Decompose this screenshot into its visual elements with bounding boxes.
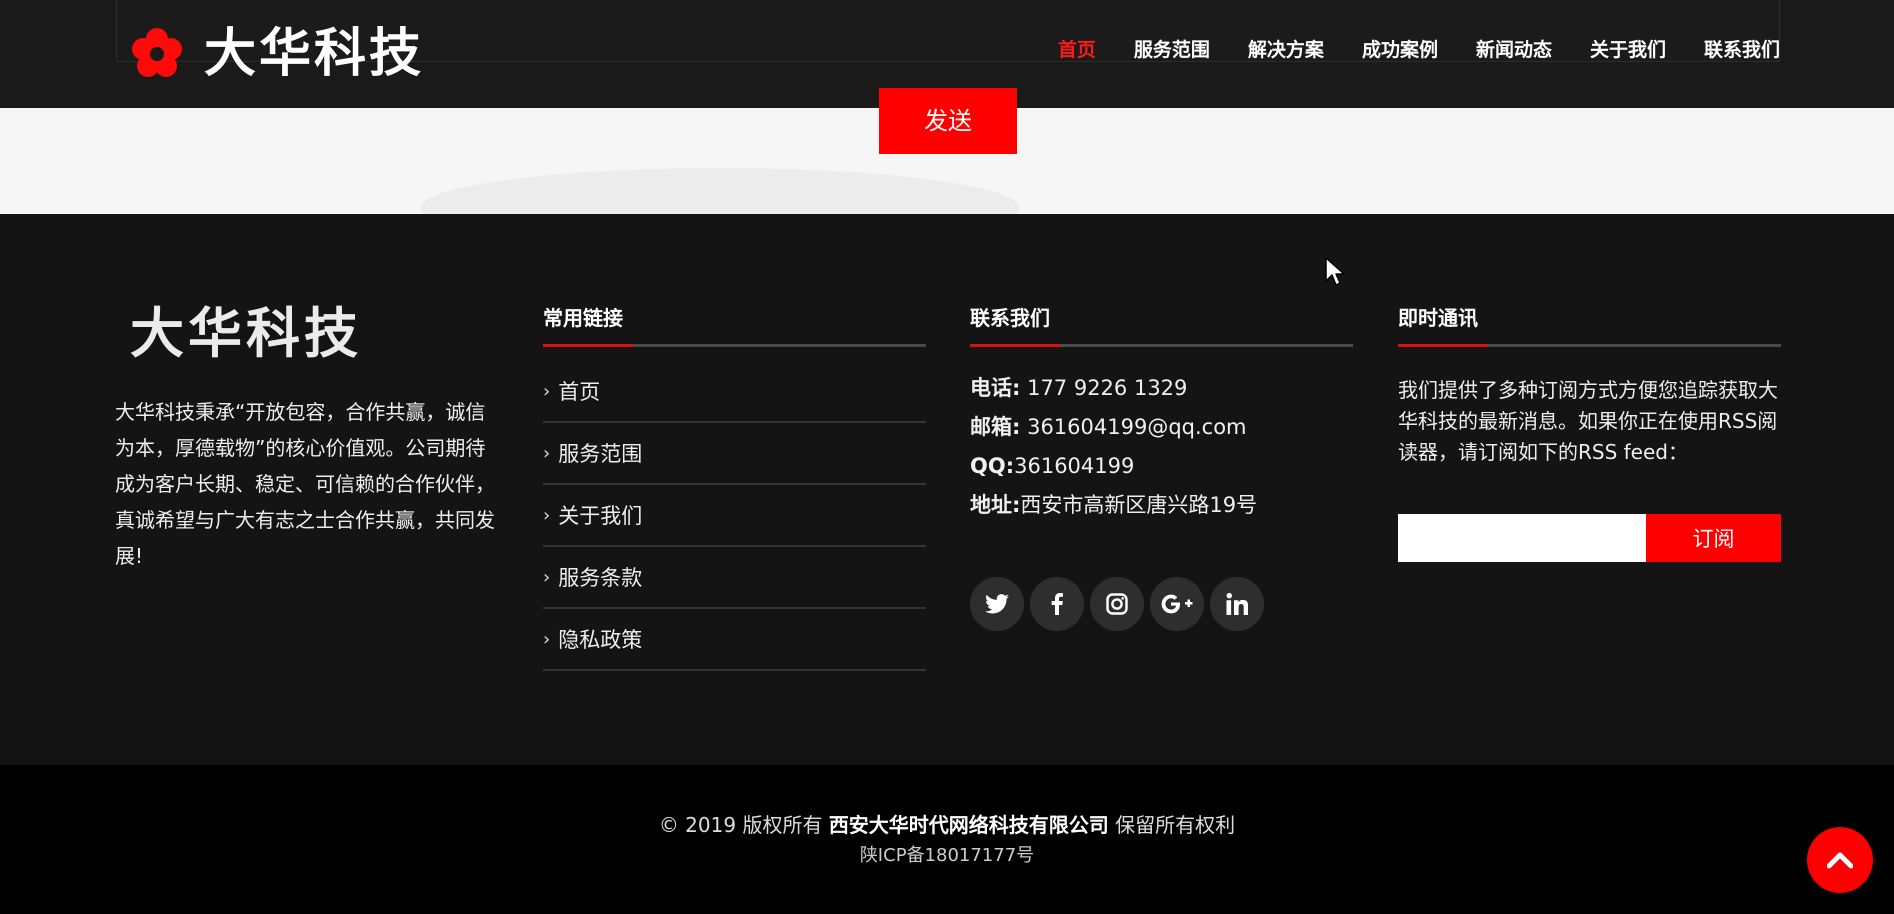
send-button[interactable]: 发送 (879, 88, 1017, 154)
contact-details: 电话: 177 9226 1329 邮箱: 361604199@qq.com Q… (970, 369, 1353, 525)
icp-number[interactable]: 陕ICP备18017177号 (0, 843, 1894, 869)
contact-qq: QQ:361604199 (970, 447, 1353, 486)
instagram-icon (1106, 593, 1128, 615)
company-name: 西安大华时代网络科技有限公司 (828, 813, 1109, 837)
footer-brand: 大华科技 (130, 302, 362, 365)
background-texture (420, 168, 1020, 214)
chevron-right-icon: › (543, 504, 551, 526)
mouse-cursor-icon (1325, 257, 1345, 286)
footer-link-home[interactable]: › 首页 (543, 361, 926, 423)
footer-links-column: 常用链接 › 首页 › 服务范围 › 关于我们 › 服务条款 › 隐私政策 (543, 304, 926, 671)
link-label: 关于我们 (558, 504, 643, 528)
chevron-right-icon: › (543, 380, 551, 402)
footer-about-text: 大华科技秉承“开放包容，合作共赢，诚信为本，厚德载物”的核心价值观。公司期待成为… (115, 400, 495, 568)
address-label: 地址: (970, 493, 1021, 517)
facebook-icon (1051, 593, 1063, 615)
google-plus-icon (1161, 594, 1193, 614)
phone-label: 电话: (970, 376, 1021, 400)
subscribe-form: 订阅 (1398, 514, 1781, 562)
footer-newsletter-column: 即时通讯 我们提供了多种订阅方式方便您追踪获取大华科技的最新消息。如果你正在使用… (1398, 304, 1781, 562)
nav-item-home[interactable]: 首页 (1058, 36, 1096, 64)
back-to-top-button[interactable] (1807, 827, 1873, 893)
main-nav: 首页 服务范围 解决方案 成功案例 新闻动态 关于我们 联系我们 (1020, 36, 1780, 64)
footer-link-services[interactable]: › 服务范围 (543, 423, 926, 485)
copyright-bar: © 2019 版权所有 西安大华时代网络科技有限公司 保留所有权利 陕ICP备1… (0, 765, 1894, 914)
social-links (970, 577, 1353, 631)
nav-item-solutions[interactable]: 解决方案 (1248, 36, 1324, 64)
nav-item-about[interactable]: 关于我们 (1590, 36, 1666, 64)
twitter-icon (985, 594, 1009, 614)
footer-link-list: › 首页 › 服务范围 › 关于我们 › 服务条款 › 隐私政策 (543, 361, 926, 671)
footer-link-terms[interactable]: › 服务条款 (543, 547, 926, 609)
title-divider (543, 344, 926, 347)
nav-item-news[interactable]: 新闻动态 (1476, 36, 1552, 64)
chevron-up-icon (1827, 852, 1853, 869)
social-facebook[interactable] (1030, 577, 1084, 631)
newsletter-title: 即时通讯 (1398, 306, 1478, 330)
site-footer: 大华科技 大华科技秉承“开放包容，合作共赢，诚信为本，厚德载物”的核心价值观。公… (0, 214, 1894, 765)
chevron-right-icon: › (543, 566, 551, 588)
links-title: 常用链接 (543, 306, 623, 330)
newsletter-text: 我们提供了多种订阅方式方便您追踪获取大华科技的最新消息。如果你正在使用RSS阅读… (1398, 378, 1778, 464)
logo-text: 大华科技 (204, 24, 425, 84)
email-value: 361604199@qq.com (1020, 415, 1247, 439)
footer-contact-column: 联系我们 电话: 177 9226 1329 邮箱: 361604199@qq.… (970, 304, 1353, 631)
link-label: 服务范围 (558, 442, 643, 466)
nav-item-contact[interactable]: 联系我们 (1704, 36, 1780, 64)
site-logo[interactable]: 大华科技 (130, 24, 424, 84)
social-google-plus[interactable] (1150, 577, 1204, 631)
link-label: 隐私政策 (558, 628, 643, 652)
contact-title: 联系我们 (970, 306, 1050, 330)
social-instagram[interactable] (1090, 577, 1144, 631)
qq-label: QQ: (970, 454, 1015, 478)
subscribe-button[interactable]: 订阅 (1646, 514, 1781, 562)
chevron-right-icon: › (543, 442, 551, 464)
social-twitter[interactable] (970, 577, 1024, 631)
nav-item-services[interactable]: 服务范围 (1134, 36, 1210, 64)
flower-logo-icon (132, 28, 182, 77)
subscribe-email-input[interactable] (1398, 514, 1646, 562)
footer-link-privacy[interactable]: › 隐私政策 (543, 609, 926, 671)
qq-value: 361604199 (1014, 454, 1135, 478)
footer-link-about[interactable]: › 关于我们 (543, 485, 926, 547)
copyright-text: © 2019 版权所有 西安大华时代网络科技有限公司 保留所有权利 (0, 811, 1894, 839)
email-label: 邮箱: (970, 415, 1021, 439)
title-divider (970, 344, 1353, 347)
social-linkedin[interactable] (1210, 577, 1264, 631)
address-value: 西安市高新区唐兴路19号 (1020, 493, 1258, 517)
copyright-prefix: © 2019 版权所有 (658, 813, 829, 837)
link-label: 首页 (558, 380, 601, 404)
contact-email: 邮箱: 361604199@qq.com (970, 408, 1353, 447)
contact-phone: 电话: 177 9226 1329 (970, 369, 1353, 408)
linkedin-icon (1226, 593, 1248, 615)
title-divider (1398, 344, 1781, 347)
link-label: 服务条款 (558, 566, 643, 590)
copyright-suffix: 保留所有权利 (1108, 813, 1236, 837)
nav-item-cases[interactable]: 成功案例 (1362, 36, 1438, 64)
contact-address: 地址:西安市高新区唐兴路19号 (970, 486, 1353, 525)
phone-value: 177 9226 1329 (1020, 376, 1188, 400)
chevron-right-icon: › (543, 628, 551, 650)
